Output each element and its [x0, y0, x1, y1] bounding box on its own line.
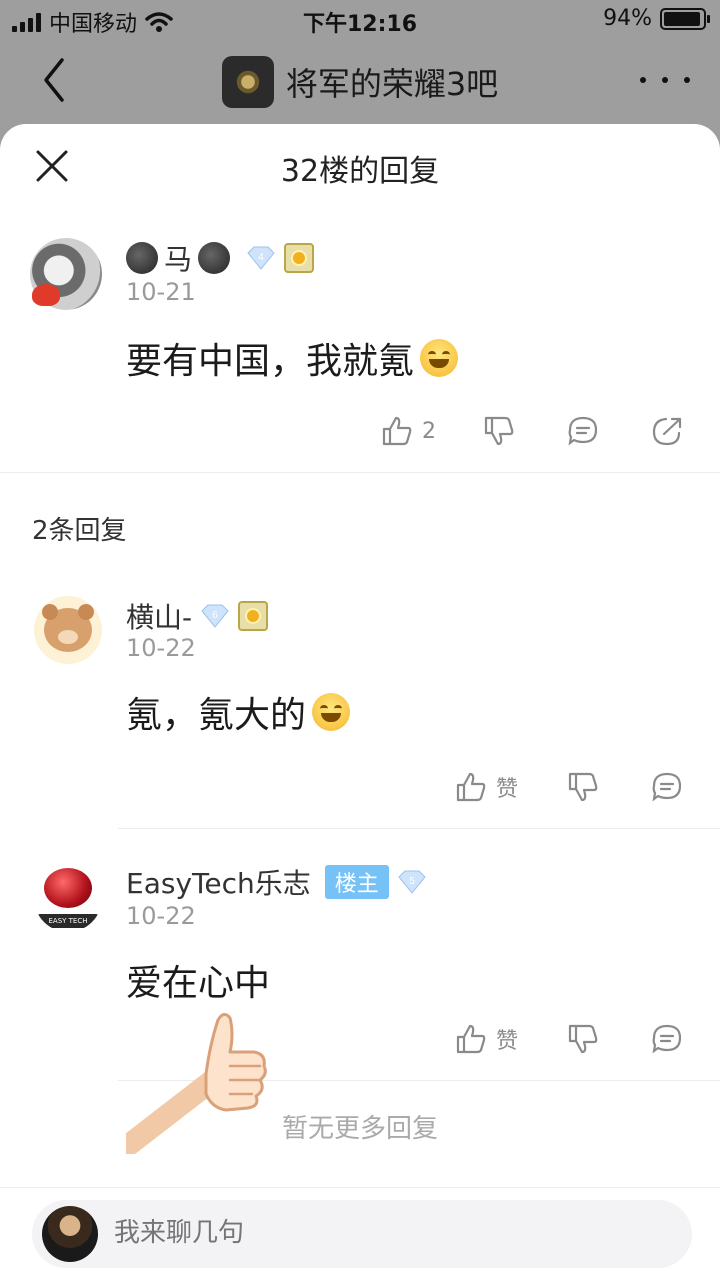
avatar[interactable]: [42, 1206, 98, 1262]
dislike-button[interactable]: [566, 1022, 600, 1056]
forum-header[interactable]: 将军的荣耀3吧: [0, 56, 720, 108]
battery-icon: [660, 7, 710, 30]
dislike-button[interactable]: [566, 770, 600, 804]
like-count: 2: [422, 418, 436, 444]
comment-icon: [568, 416, 598, 446]
level-badge-icon: 5: [398, 870, 426, 894]
thumbs-down-icon: [568, 772, 598, 802]
owner-tag: 楼主: [324, 865, 389, 899]
sheet-header: 32楼的回复: [0, 124, 720, 208]
like-button[interactable]: 赞: [454, 1022, 518, 1056]
author-name: 马: [164, 243, 193, 276]
comment-button[interactable]: [566, 414, 600, 448]
comment-input[interactable]: [114, 1218, 634, 1248]
forum-title: 将军的荣耀3吧: [285, 65, 499, 103]
more-icon[interactable]: [640, 62, 690, 98]
easytech-logo-text: EASY TECH: [38, 914, 98, 928]
comment-icon: [652, 772, 682, 802]
comment-icon: [652, 1024, 682, 1054]
post-content-text: 要有中国，我就氪: [126, 341, 415, 382]
thumbs-up-icon: [382, 416, 412, 446]
easytech-logo-icon: [44, 868, 92, 908]
reply-content: 氪，氪大的: [126, 686, 351, 738]
level-badge-icon: 4: [247, 246, 275, 270]
reply-date: 10-22: [126, 902, 196, 930]
reply-content: 爱在心中: [126, 954, 270, 1006]
reply-content-text: 氪，氪大的: [126, 695, 307, 736]
post-content: 要有中国，我就氪: [126, 332, 459, 384]
composer-bar: [0, 1187, 720, 1281]
status-right: 94%: [603, 6, 710, 31]
moon-emoji-icon: [198, 242, 231, 274]
like-button[interactable]: 2: [380, 414, 436, 448]
top-nav: 将军的荣耀3吧: [0, 40, 720, 124]
avatar[interactable]: EASY TECH: [34, 864, 102, 932]
smile-emoji-icon: [312, 693, 351, 731]
thumbs-up-icon: [456, 1024, 486, 1054]
forum-logo: [221, 56, 274, 108]
thumbs-up-icon: [456, 772, 486, 802]
thumbs-up-sticker-icon: [126, 1013, 267, 1154]
author-name: 横山-: [126, 601, 193, 634]
like-button[interactable]: 赞: [454, 770, 518, 804]
reply-author[interactable]: EasyTech乐志 楼主 5: [126, 862, 429, 902]
share-button[interactable]: [650, 414, 684, 448]
divider: [0, 472, 720, 473]
thumbs-down-icon: [568, 1024, 598, 1054]
reply-date: 10-22: [126, 634, 196, 662]
comment-button[interactable]: [650, 1022, 684, 1056]
reply-sheet: 32楼的回复 马 4 10-21 要有中国，我就氪 2 2条回复 横山- 6 1…: [0, 124, 720, 1281]
post-author[interactable]: 马 4: [126, 238, 315, 278]
svg-text:5: 5: [409, 876, 415, 887]
composer-input-container[interactable]: [32, 1200, 692, 1268]
reply-author[interactable]: 横山- 6: [126, 596, 269, 636]
sheet-title: 32楼的回复: [280, 154, 440, 189]
dislike-button[interactable]: [482, 414, 516, 448]
member-badge-icon: [284, 243, 315, 273]
level-badge-icon: 6: [201, 604, 229, 628]
comment-button[interactable]: [650, 770, 684, 804]
no-more-replies: 暂无更多回复: [281, 1114, 438, 1144]
thumbs-down-icon: [484, 416, 514, 446]
reply-content-text: 爱在心中: [126, 963, 271, 1004]
member-badge-icon: [238, 601, 269, 631]
divider: [118, 828, 720, 829]
battery-percent: 94%: [603, 6, 652, 31]
smile-emoji-icon: [420, 339, 459, 377]
avatar[interactable]: [34, 596, 102, 664]
author-name: EasyTech乐志: [126, 867, 311, 900]
like-label: 赞: [496, 777, 519, 802]
post-date: 10-21: [126, 278, 196, 306]
svg-text:6: 6: [212, 610, 218, 621]
moon-emoji-icon: [126, 242, 158, 274]
avatar-decoration-icon: [32, 284, 60, 306]
share-icon: [652, 417, 682, 446]
svg-text:4: 4: [258, 252, 264, 263]
replies-count-label: 2条回复: [32, 516, 127, 546]
status-bar: 中国移动 下午12:16 94%: [0, 0, 720, 40]
like-label: 赞: [496, 1029, 519, 1054]
